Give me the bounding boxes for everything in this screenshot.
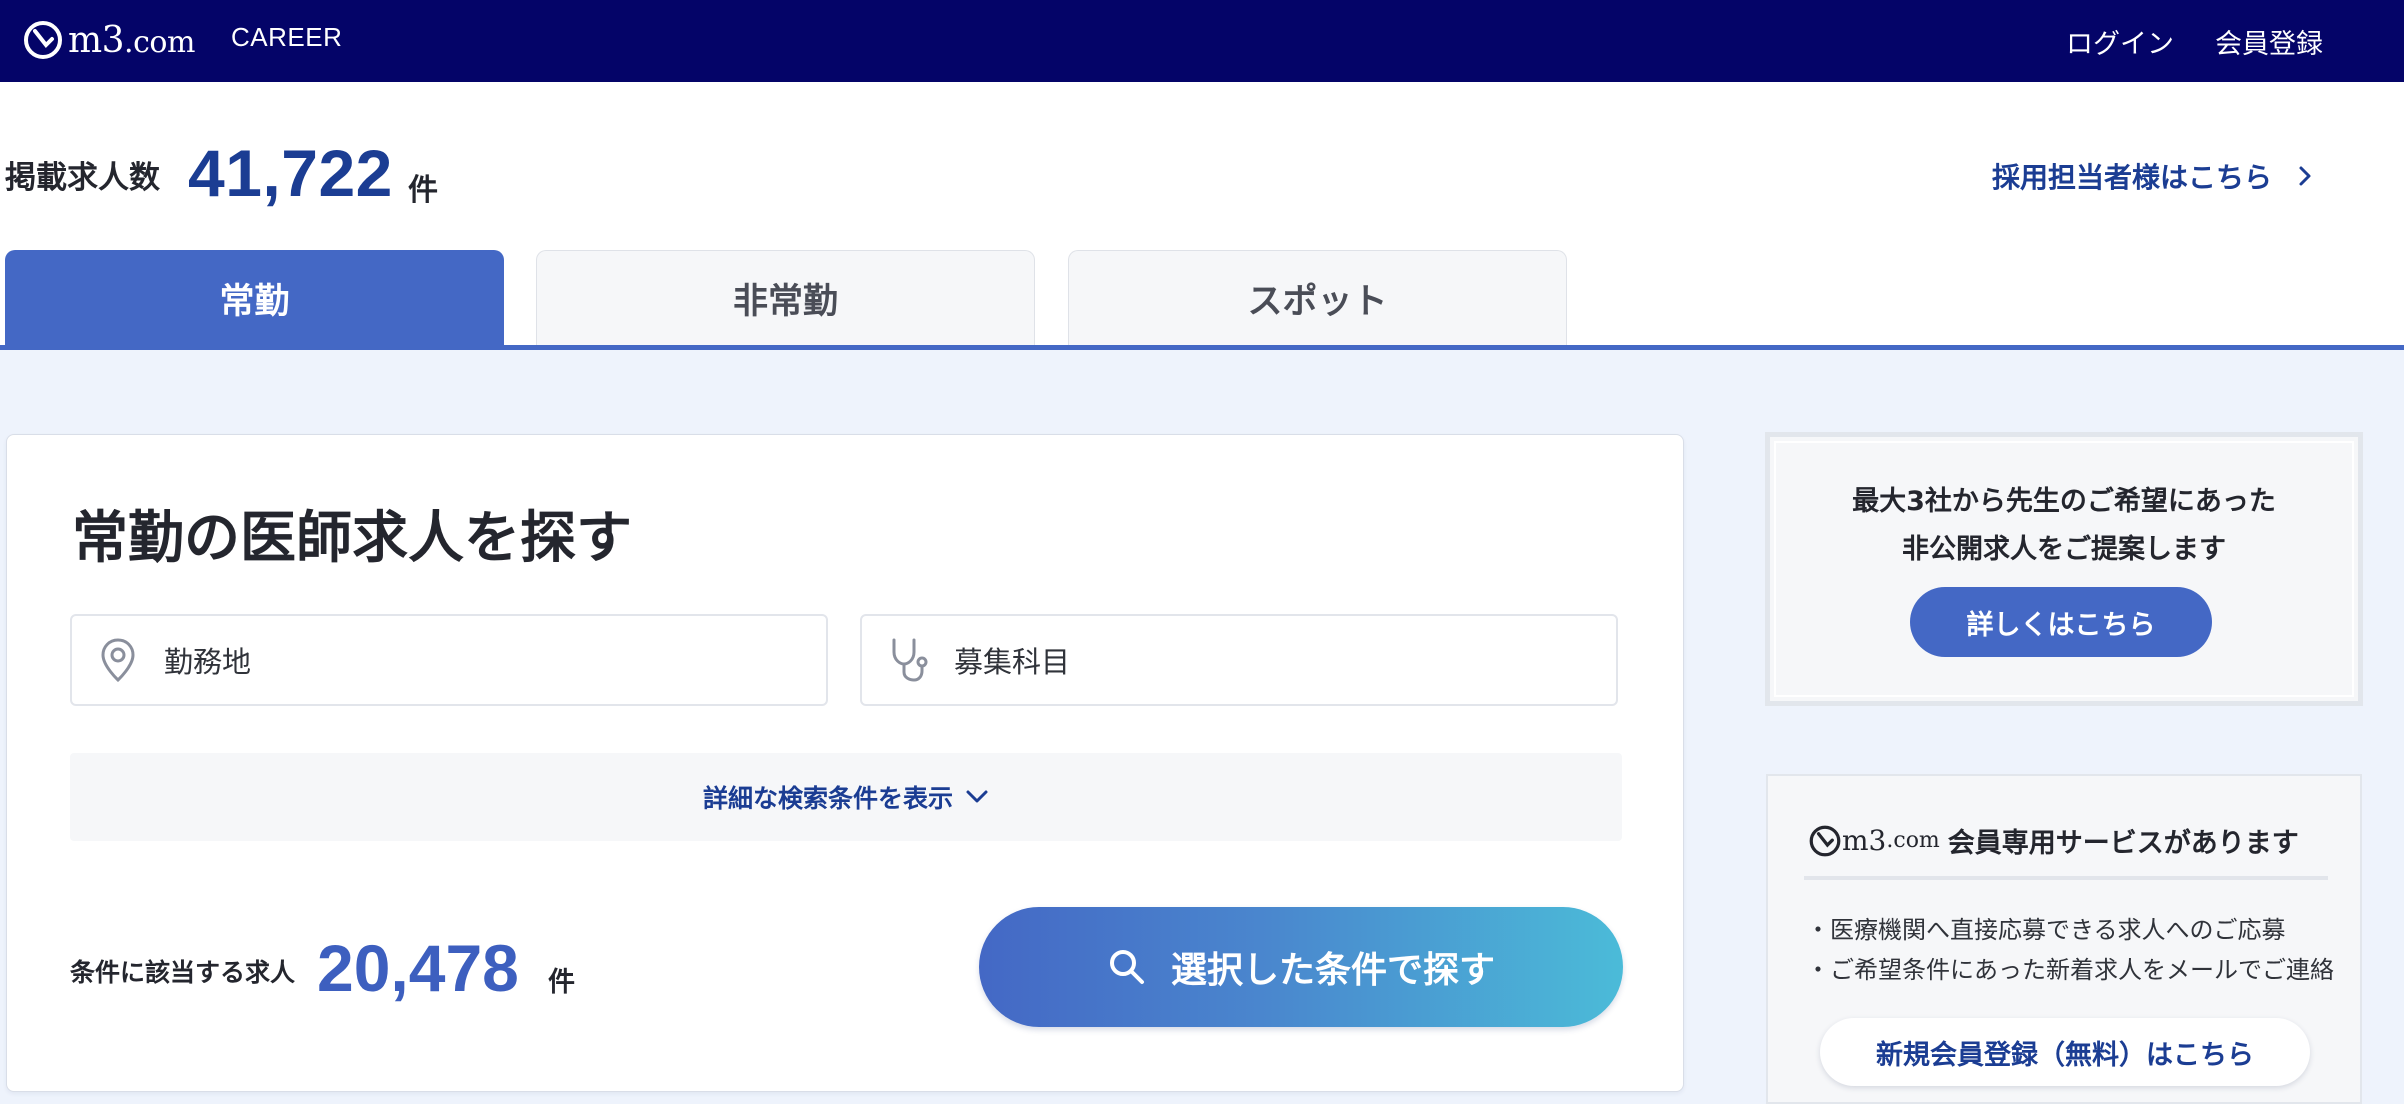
tab-spot[interactable]: スポット: [1068, 250, 1567, 346]
recruiter-link-label: 採用担当者様はこちら: [1992, 161, 2273, 194]
job-count: 41,722: [188, 136, 393, 210]
member-services-header: m3 .com 会員専用サービスがあります: [1808, 821, 2299, 860]
search-button-label: 選択した条件で探す: [1170, 950, 1495, 991]
top-header: m3.com CAREER ログイン 会員登録: [0, 0, 2404, 82]
matching-jobs-count: 20,478: [317, 931, 519, 1005]
search-card: 常勤の医師求人を探す 勤務地 募集科目 詳細な検索条件を表示 条件に該当する求人…: [6, 434, 1684, 1092]
member-register-button[interactable]: 新規会員登録（無料）はこちら: [1820, 1018, 2310, 1086]
tab-parttime[interactable]: 非常勤: [536, 250, 1035, 346]
tab-underline: [0, 345, 2404, 350]
member-divider: [1804, 876, 2328, 880]
member-logo-text: m3: [1842, 824, 1887, 857]
member-services-title: 会員専用サービスがあります: [1947, 828, 2299, 859]
promo-line-2: 非公開求人をご提案します: [1902, 534, 2226, 565]
promo-details-button[interactable]: 詳しくはこちら: [1910, 587, 2212, 657]
matching-jobs-label: 条件に該当する求人: [70, 958, 296, 987]
map-pin-icon: [101, 638, 135, 683]
promo-line-1: 最大3社から先生のご希望にあった: [1852, 486, 2276, 517]
specialty-field-value: 募集科目: [954, 645, 1071, 679]
member-logo-suffix: .com: [1886, 828, 1940, 853]
logo-suffix: .com: [124, 24, 195, 60]
sub-brand: CAREER: [231, 22, 343, 52]
member-benefit-item: ・医療機関へ直接応募できる求人へのご応募: [1806, 916, 2286, 944]
logo-wordmark: m3.com: [68, 20, 195, 61]
member-services-card: m3 .com 会員専用サービスがあります ・医療機関へ直接応募できる求人へのご応…: [1766, 774, 2362, 1104]
detail-conditions-label: 詳細な検索条件を表示: [702, 784, 953, 813]
recruiter-link[interactable]: 採用担当者様はこちら: [1992, 156, 2316, 196]
search-icon: [1109, 950, 1144, 984]
logo-text: m3: [68, 19, 125, 61]
search-button[interactable]: 選択した条件で探す: [979, 907, 1623, 1027]
login-link[interactable]: ログイン: [2066, 22, 2174, 61]
location-field[interactable]: 勤務地: [70, 614, 828, 706]
page-title: 常勤の医師求人を探す: [72, 506, 632, 571]
job-count-label: 掲載求人数: [5, 160, 160, 196]
member-benefit-item: ・ご希望条件にあった新着求人をメールでご連絡: [1806, 956, 2334, 984]
m3-logo[interactable]: m3.com: [22, 12, 195, 68]
private-jobs-promo: 最大3社から先生のご希望にあった 非公開求人をご提案します 詳しくはこちら: [1765, 432, 2363, 706]
m3-logo-icon: [24, 21, 62, 59]
register-link[interactable]: 会員登録: [2215, 22, 2323, 61]
location-field-value: 勤務地: [164, 645, 252, 679]
m3-logo-icon: [1809, 825, 1841, 856]
matching-jobs-unit: 件: [548, 967, 575, 998]
member-m3-logo: m3 .com: [1808, 824, 1940, 858]
job-count-unit: 件: [408, 173, 438, 208]
specialty-field[interactable]: 募集科目: [860, 614, 1618, 706]
stethoscope-icon: [892, 638, 928, 682]
detail-conditions-toggle[interactable]: 詳細な検索条件を表示: [70, 753, 1622, 841]
chevron-right-icon: [2299, 166, 2311, 186]
chevron-down-icon: [966, 790, 988, 803]
tab-fulltime[interactable]: 常勤: [5, 250, 504, 346]
